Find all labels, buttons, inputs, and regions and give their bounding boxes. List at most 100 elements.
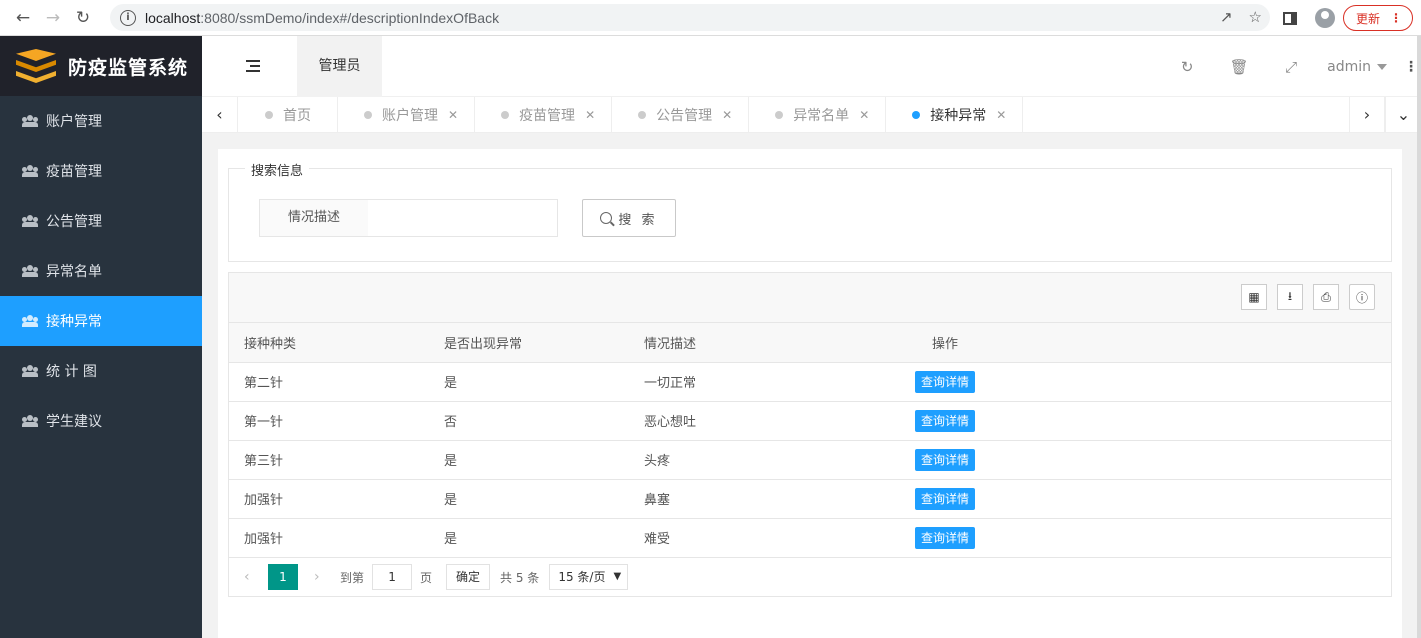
tab-dot	[364, 111, 372, 119]
sidebar-item-statistics[interactable]: 统 计 图	[0, 346, 202, 396]
close-icon[interactable]: ✕	[585, 108, 595, 122]
top-header: 管理员 ↻ 🗑 ⤢ admin ⋮	[202, 36, 1421, 97]
caret-down-icon	[1377, 63, 1387, 70]
role-tab[interactable]: 管理员	[297, 36, 382, 97]
app-title: 防疫监管系统	[68, 56, 189, 79]
table-toolbar: ▦ ⭳ ⎙ ⓘ	[229, 273, 1391, 323]
page-number-current[interactable]: 1	[268, 564, 298, 590]
content-card: 搜索信息 情况描述 搜 索 ▦ ⭳ ⎙ ⓘ 接种种类 是否出现异常 情况描述 操…	[218, 149, 1402, 638]
reload-icon[interactable]: ↻	[68, 8, 98, 28]
prev-page-icon[interactable]: ‹	[244, 569, 266, 585]
vaccination-abnormal-table: 接种种类 是否出现异常 情况描述 操作 第二针 是 一切正常 查询详情 第一针 …	[229, 323, 1391, 558]
tabs-scroll-right-icon[interactable]: ›	[1349, 97, 1385, 132]
user-menu[interactable]: admin	[1327, 59, 1387, 75]
share-icon[interactable]: ↗	[1220, 8, 1233, 26]
sidebar-item-vaccines[interactable]: 疫苗管理	[0, 146, 202, 196]
tabs-scroll-left-icon[interactable]: ‹	[202, 97, 238, 132]
browser-toolbar: ← → ↻ i localhost:8080/ssmDemo/index#/de…	[0, 0, 1421, 36]
sidebar-item-notices[interactable]: 公告管理	[0, 196, 202, 246]
address-bar[interactable]: i localhost:8080/ssmDemo/index#/descript…	[110, 4, 1270, 31]
back-icon[interactable]: ←	[8, 8, 38, 28]
side-panel-icon[interactable]	[1282, 11, 1297, 25]
close-icon[interactable]: ✕	[448, 108, 458, 122]
tab-vaccines[interactable]: 疫苗管理 ✕	[475, 97, 613, 132]
chevron-down-icon: ▼	[613, 571, 622, 582]
column-header: 情况描述	[629, 323, 829, 363]
cell-description: 一切正常	[629, 362, 829, 402]
search-icon	[600, 212, 613, 224]
columns-filter-icon[interactable]: ▦	[1241, 284, 1267, 310]
window-scrollbar[interactable]	[1417, 36, 1421, 638]
close-icon[interactable]: ✕	[859, 108, 869, 122]
tab-vaccination-abnormal[interactable]: 接种异常 ✕	[886, 97, 1024, 132]
column-header: 是否出现异常	[429, 323, 629, 363]
update-label: 更新	[1355, 11, 1380, 26]
tab-label: 公告管理	[656, 107, 713, 124]
tab-accounts[interactable]: 账户管理 ✕	[338, 97, 476, 132]
table-header-row: 接种种类 是否出现异常 情况描述 操作	[229, 323, 1391, 363]
tabs-dropdown-icon[interactable]: ⌄	[1385, 97, 1421, 132]
sidebar-item-label: 接种异常	[46, 314, 102, 330]
search-legend: 搜索信息	[245, 160, 310, 179]
trash-icon[interactable]: 🗑	[1213, 58, 1265, 76]
tab-home[interactable]: 首页	[239, 97, 338, 132]
cell-description: 鼻塞	[629, 479, 829, 519]
users-icon	[22, 315, 38, 327]
table-row: 第三针 是 头疼 查询详情	[229, 440, 1391, 480]
table-row: 加强针 是 难受 查询详情	[229, 518, 1391, 558]
menu-dots-icon: ⋮	[1390, 11, 1402, 25]
description-search-input[interactable]	[368, 199, 558, 237]
profile-avatar-icon[interactable]	[1314, 8, 1335, 28]
tab-label: 账户管理	[382, 107, 438, 124]
url-path: :8080/ssmDemo/index#/descriptionIndexOfB…	[200, 9, 500, 26]
sidebar-item-suggestions[interactable]: 学生建议	[0, 396, 202, 446]
search-button[interactable]: 搜 索	[582, 199, 676, 237]
url-text[interactable]: localhost:8080/ssmDemo/index#/descriptio…	[145, 10, 499, 26]
column-header: 接种种类	[229, 323, 429, 363]
sidebar-item-label: 疫苗管理	[46, 164, 102, 180]
view-details-button[interactable]: 查询详情	[914, 487, 975, 510]
close-icon[interactable]: ✕	[996, 108, 1006, 122]
fullscreen-icon[interactable]: ⤢	[1265, 58, 1317, 76]
tab-dot	[501, 111, 510, 119]
view-details-button[interactable]: 查询详情	[914, 409, 975, 432]
site-info-icon[interactable]: i	[120, 9, 136, 26]
goto-page-input[interactable]: 1	[372, 564, 413, 590]
users-icon	[22, 165, 38, 177]
bookmark-star-icon[interactable]: ☆	[1249, 8, 1262, 26]
page-size-select[interactable]: 15 条/页 ▼	[549, 564, 629, 590]
sidebar-item-label: 学生建议	[46, 414, 102, 430]
info-icon[interactable]: ⓘ	[1349, 284, 1375, 310]
users-icon	[22, 215, 38, 227]
view-details-button[interactable]: 查询详情	[914, 370, 975, 393]
forward-icon[interactable]: →	[38, 8, 68, 28]
sidebar-item-accounts[interactable]: 账户管理	[0, 96, 202, 146]
goto-confirm-button[interactable]: 确定	[446, 564, 491, 590]
main-content: 搜索信息 情况描述 搜 索 ▦ ⭳ ⎙ ⓘ 接种种类 是否出现异常 情况描述 操…	[202, 133, 1421, 638]
tab-abnormal-list[interactable]: 异常名单 ✕	[749, 97, 887, 132]
page-size-value: 15 条/页	[558, 570, 606, 584]
view-details-button[interactable]: 查询详情	[914, 448, 975, 471]
update-button[interactable]: 更新 ⋮	[1342, 5, 1413, 31]
cell-kind: 第二针	[229, 362, 429, 402]
print-icon[interactable]: ⎙	[1313, 284, 1339, 310]
cell-kind: 第三针	[229, 440, 429, 480]
fold-menu-icon[interactable]	[246, 60, 260, 72]
export-icon[interactable]: ⭳	[1277, 284, 1303, 310]
view-details-button[interactable]: 查询详情	[914, 526, 975, 549]
refresh-icon[interactable]: ↻	[1161, 58, 1213, 76]
sidebar-item-label: 账户管理	[46, 114, 102, 130]
username: admin	[1327, 58, 1371, 75]
description-field-label: 情况描述	[259, 199, 369, 237]
sidebar-item-vaccination-abnormal[interactable]: 接种异常	[0, 296, 202, 346]
cell-abnormal: 是	[429, 440, 629, 480]
users-icon	[22, 265, 38, 277]
tab-notices[interactable]: 公告管理 ✕	[612, 97, 750, 132]
cell-abnormal: 是	[429, 362, 629, 402]
close-icon[interactable]: ✕	[722, 108, 732, 122]
next-page-icon[interactable]: ›	[314, 569, 336, 585]
tab-label: 疫苗管理	[519, 107, 576, 124]
users-icon	[22, 415, 38, 427]
page-tabs-bar: ‹ 首页 账户管理 ✕ 疫苗管理 ✕ 公告管理 ✕ 异常名单 ✕ 接种异常 ✕ › ⌄	[202, 97, 1421, 133]
sidebar-item-abnormal-list[interactable]: 异常名单	[0, 246, 202, 296]
